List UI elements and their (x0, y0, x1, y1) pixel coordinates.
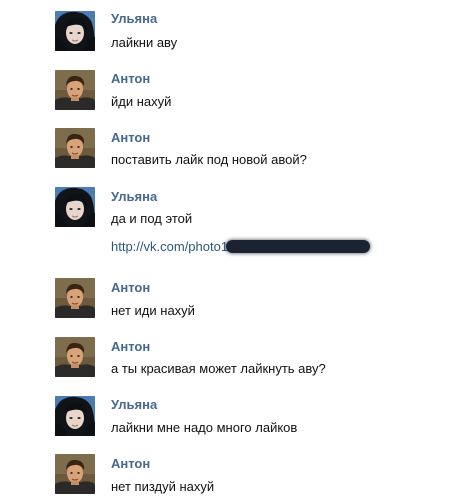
author-name[interactable]: Ульяна (111, 189, 157, 204)
avatar-image (55, 128, 95, 168)
author-name[interactable]: Ульяна (111, 397, 157, 412)
author-name[interactable]: Ульяна (111, 11, 157, 26)
message-text: йди нахуй (111, 94, 172, 109)
message-text: лайкни мне надо много лайков (111, 420, 298, 435)
photo-link-row: http://vk.com/photo1 (111, 238, 371, 256)
message-text: нет иди нахуй (111, 303, 195, 318)
message-text: лайкни аву (111, 35, 178, 50)
author-name[interactable]: Антон (111, 456, 150, 471)
avatar[interactable] (55, 278, 95, 318)
avatar-image (55, 454, 95, 494)
message-text: да и под этой (111, 211, 193, 226)
avatar-image (55, 11, 95, 51)
photo-link[interactable]: http://vk.com/photo1 (111, 239, 228, 254)
message-text: поставить лайк под новой авой? (111, 152, 307, 167)
avatar-image (55, 70, 95, 110)
message-text: нет пиздуй нахуй (111, 479, 215, 494)
author-name[interactable]: Антон (111, 130, 150, 145)
message-text: а ты красивая может лайкнуть аву? (111, 361, 326, 376)
avatar-image (55, 337, 95, 377)
avatar[interactable] (55, 11, 95, 51)
avatar[interactable] (55, 70, 95, 110)
author-name[interactable]: Антон (111, 280, 150, 295)
author-name[interactable]: Антон (111, 339, 150, 354)
avatar[interactable] (55, 454, 95, 494)
avatar[interactable] (55, 128, 95, 168)
avatar-image (55, 278, 95, 318)
avatar-image (55, 396, 95, 436)
redaction-mark (226, 240, 371, 254)
avatar[interactable] (55, 187, 95, 227)
avatar-image (55, 187, 95, 227)
avatar[interactable] (55, 337, 95, 377)
avatar[interactable] (55, 396, 95, 436)
author-name[interactable]: Антон (111, 71, 150, 86)
